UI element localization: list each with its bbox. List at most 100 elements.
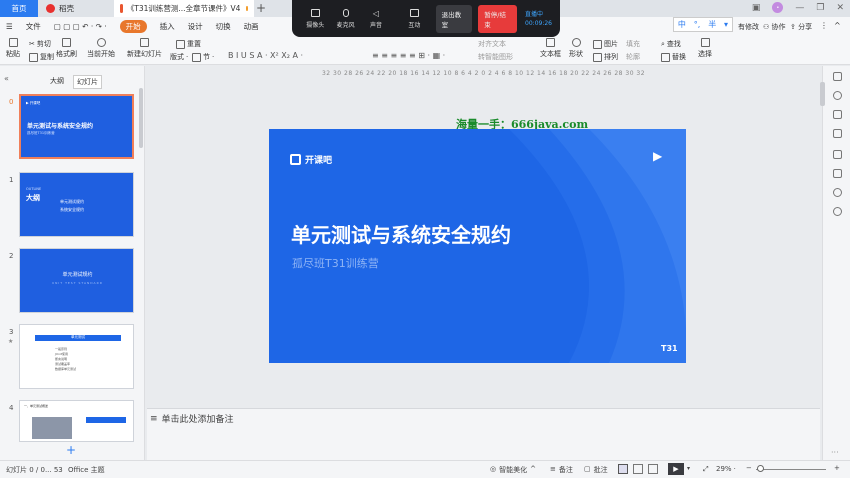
layout-icon[interactable] xyxy=(833,150,842,159)
quick-access-icons[interactable]: ▢ ▢ ▢ ↶ · ↷ · xyxy=(54,22,107,31)
thumbnail-scrollbar[interactable] xyxy=(139,88,143,148)
select-button[interactable]: 选择 xyxy=(698,38,712,59)
menu-transition[interactable]: 切换 xyxy=(216,21,231,32)
copy-button[interactable]: 复制 xyxy=(29,52,54,62)
menu-start[interactable]: 开始 xyxy=(119,19,147,33)
outline-button[interactable]: 轮廓 xyxy=(626,52,640,62)
camera-button[interactable]: 摄像头 xyxy=(300,8,330,29)
leave-class-button[interactable]: 退出教室 xyxy=(435,4,473,33)
pen-icon[interactable] xyxy=(833,110,842,119)
pause-end-button[interactable]: 暂停/结束 xyxy=(478,4,518,33)
menu-share[interactable]: ⇪ 分享 xyxy=(790,22,812,32)
paragraph-buttons[interactable]: ≡ ≡ ≡ ≡ ≡ ⊞ · ▦ · xyxy=(372,51,445,60)
zoom-level[interactable]: 29% · xyxy=(716,465,736,473)
more-options-icon[interactable]: ··· xyxy=(831,448,839,457)
new-tab-button[interactable]: + xyxy=(256,1,266,15)
menu-design[interactable]: 设计 xyxy=(188,21,203,32)
slide-thumbnail-0[interactable]: ▶ 开课吧 单元测试与系统安全规约 孤尽班T31训练营 xyxy=(19,94,134,159)
canvas-scrollbar[interactable] xyxy=(820,82,825,106)
hamburger-icon[interactable]: ☰ xyxy=(6,22,13,31)
zoom-slider-thumb[interactable] xyxy=(757,465,764,472)
copy-icon xyxy=(29,52,38,62)
menu-insert[interactable]: 插入 xyxy=(160,21,175,32)
reset-button[interactable]: 重置 xyxy=(176,39,201,49)
comments-label: 批注 xyxy=(593,466,608,474)
notes-pane[interactable]: ≡ 单击此处添加备注 xyxy=(147,408,820,460)
restore-icon[interactable]: ❐ xyxy=(816,3,824,13)
location-icon[interactable] xyxy=(833,207,842,216)
smart-graphic-button[interactable]: 转智能图形 xyxy=(478,52,513,62)
menu-file[interactable]: 文件 xyxy=(26,21,41,32)
minimize-icon[interactable]: — xyxy=(795,3,804,13)
zoom-in-button[interactable]: + xyxy=(834,464,840,472)
slide-logo: 开课吧 xyxy=(290,153,332,166)
cut-button[interactable]: ✂ 剪切 xyxy=(29,39,51,49)
reading-view-button[interactable] xyxy=(648,464,658,474)
find-button[interactable]: ⌕ 查找 xyxy=(661,39,681,49)
mic-button[interactable]: 麦克风 xyxy=(330,8,360,29)
ime-skin-icon[interactable]: ▾ xyxy=(724,20,728,29)
section-button[interactable]: 节 · xyxy=(192,52,214,62)
ime-toolbar[interactable]: 中 °, 半 ▾ xyxy=(673,17,733,32)
live-status: 直播中 00:09:26 xyxy=(525,10,552,28)
ime-mode-cn[interactable]: 中 xyxy=(678,19,686,30)
zoom-out-button[interactable]: − xyxy=(746,464,752,472)
collapse-ribbon-icon[interactable]: ^ xyxy=(834,21,841,30)
align-text-button[interactable]: 对齐文本 xyxy=(478,39,506,49)
interact-button[interactable]: 互动 xyxy=(399,8,429,29)
tab-daoke[interactable]: 稻壳 xyxy=(40,0,112,17)
animation-icon[interactable] xyxy=(833,91,842,100)
more-icon[interactable]: ⋮ xyxy=(820,21,828,30)
tab-document[interactable]: 《T31训练营测...全章节课件》V4 xyxy=(114,0,254,17)
picture-button[interactable]: 图片 xyxy=(593,39,618,49)
new-slide-button[interactable]: 新建幻灯片 xyxy=(127,38,162,59)
sound-button[interactable]: ◁ 声音 xyxy=(361,9,391,29)
smart-beautify-button[interactable]: ◎ 智能美化 ^ xyxy=(490,465,536,475)
slideshow-dropdown-icon[interactable]: ▾ xyxy=(687,465,690,472)
fit-window-icon[interactable]: ⤢ xyxy=(703,465,709,474)
help-icon[interactable] xyxy=(833,188,842,197)
textbox-button[interactable]: 文本框 xyxy=(540,38,561,59)
slide-thumbnail-3[interactable]: 单元测试 一般原则 JUnit使用 断言说明 测试覆盖率 数据库单元测试 xyxy=(19,324,134,389)
menu-collab[interactable]: ⚇ 协作 xyxy=(763,22,786,32)
slide-thumbnail-4[interactable]: 一、单元测试概述 xyxy=(19,400,134,442)
zoom-slider[interactable] xyxy=(756,469,826,470)
replace-button[interactable]: 替换 xyxy=(661,52,686,62)
menu-animation[interactable]: 动画 xyxy=(244,21,259,32)
format-icon[interactable] xyxy=(833,72,842,81)
shape-button[interactable]: 形状 xyxy=(569,38,583,59)
notes-placeholder[interactable]: ≡ 单击此处添加备注 xyxy=(150,412,234,426)
slide-canvas[interactable]: 开课吧 ▶ 单元测试与系统安全规约 孤尽班T31训练营 T31 xyxy=(269,129,686,363)
slide-title[interactable]: 单元测试与系统安全规约 xyxy=(291,219,511,248)
slide-subtitle[interactable]: 孤尽班T31训练营 xyxy=(292,255,379,271)
share-settings-icon[interactable] xyxy=(833,169,842,178)
fill-button[interactable]: 填充 xyxy=(626,39,640,49)
close-icon[interactable]: ✕ xyxy=(836,3,844,13)
tab-home[interactable]: 首页 xyxy=(0,0,38,17)
collapse-pane-icon[interactable]: « xyxy=(4,74,9,83)
slide-library-icon[interactable] xyxy=(833,129,842,138)
font-format-buttons[interactable]: B I U S A · X² X₂ A · xyxy=(228,51,303,60)
format-painter-button[interactable]: 格式刷 xyxy=(56,38,77,59)
tab-slides[interactable]: 幻灯片 xyxy=(73,75,102,89)
add-slide-button[interactable]: + xyxy=(66,443,76,457)
arrange-button[interactable]: 排列 xyxy=(593,52,618,62)
tab-outline[interactable]: 大纲 xyxy=(50,76,64,86)
comments-toggle[interactable]: ▢ 批注 xyxy=(584,465,608,475)
ime-width[interactable]: 半 xyxy=(708,19,716,30)
slide-logo-text: 开课吧 xyxy=(305,156,333,166)
ime-punct[interactable]: °, xyxy=(694,20,701,29)
notes-toggle[interactable]: ≡ 备注 xyxy=(550,465,573,475)
normal-view-button[interactable] xyxy=(618,464,628,474)
slide-thumbnail-1[interactable]: OUTLINE 大纲 单元测试规约 系统安全规约 xyxy=(19,172,134,237)
window-layout-icon[interactable]: ▣ xyxy=(752,3,761,13)
sound-label: 声音 xyxy=(369,21,382,29)
play-from-current-button[interactable]: 当前开始 xyxy=(87,38,115,59)
play-slideshow-button[interactable]: ▶ xyxy=(668,463,684,475)
slide-sorter-button[interactable] xyxy=(633,464,643,474)
paste-button[interactable]: 粘贴 xyxy=(6,38,20,59)
avatar[interactable]: • xyxy=(772,2,784,13)
slide-thumbnail-2[interactable]: 单元测试规约 UNIT TEST STANDARD xyxy=(19,248,134,313)
layout-button[interactable]: 版式 · xyxy=(170,52,188,62)
menu-modified[interactable]: 有修改 xyxy=(738,22,759,32)
